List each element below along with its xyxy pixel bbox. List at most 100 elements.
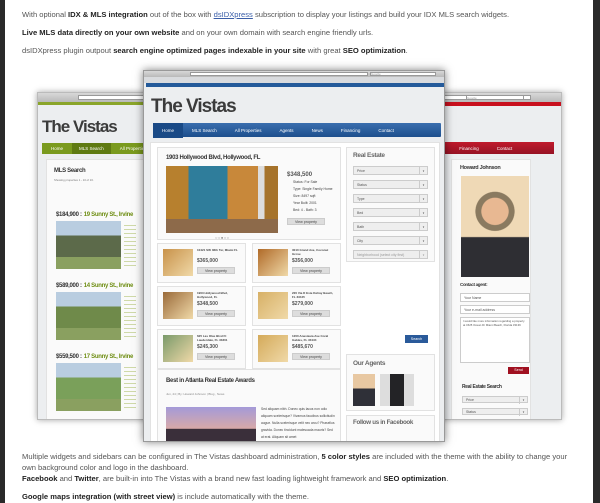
browser-search[interactable]: Google [370,72,436,76]
detail-item: Bed: 4 - Bath: 3 [293,208,317,212]
property-price: $365,000 [197,258,218,264]
post-meta: Jun, 24 | By: Howard Johnson | Blog , Ne… [166,392,225,396]
our-agents-heading: Our Agents [353,360,386,367]
listing-title: $589,000 :14 Sunny St., Irvine [56,283,134,289]
view-property-button[interactable]: View property [292,267,330,274]
browser-toolbar: Google [144,71,444,77]
nav-news[interactable]: News [303,128,332,133]
property-address: 1903 Hollywood Blvd, Hollywood, FL [197,291,228,299]
chevron-down-icon: ▾ [419,209,427,216]
nav-contact[interactable]: Contact [488,146,522,151]
listing-link[interactable]: 17 Sunny St., Irvine [84,354,134,360]
view-property-button[interactable]: View property [197,353,235,360]
agent-photo[interactable] [380,374,414,406]
listing-photo[interactable] [56,363,121,411]
price-select[interactable]: Price ▾ [462,396,528,404]
chevron-down-icon: ▾ [419,167,427,174]
outro-paragraph-3: Google maps integration (with street vie… [22,492,309,501]
listing-details [124,364,136,408]
chevron-down-icon: ▾ [419,237,427,244]
select-status[interactable]: Status ▾ [353,180,428,189]
right-edge [593,0,600,503]
select-price[interactable]: Price ▾ [353,166,428,175]
detail-item: Year Built: 2001 [293,201,317,205]
property-address: 10421 SW 36th Ter, Miami FL [197,248,238,252]
nav-all-properties[interactable]: All Properties [226,128,271,133]
email-input[interactable]: Your e-mail address [460,305,530,314]
left-edge [0,0,5,503]
contact-agent-label: Contact agent: [460,282,488,287]
nav-mls-search[interactable]: MLS Search [72,143,111,154]
agent-photo[interactable] [353,374,375,406]
intro-paragraph-2: Live MLS data directly on your own websi… [22,28,374,37]
intro-paragraph-3: dsIDXpress plugin outpout search engine … [22,46,408,55]
facebook-heading: Follow us in Facebook [353,419,414,426]
view-property-button[interactable]: View property [197,310,235,317]
view-property-button[interactable]: View property [292,353,330,360]
nav-financing[interactable]: Financing [332,128,370,133]
nav-home[interactable]: Home [153,122,184,138]
property-image[interactable] [163,335,193,362]
post-excerpt: Sed aliquam nibh. Donec quis lacus non o… [261,407,335,439]
chevron-down-icon: ▾ [419,251,427,258]
listing-link[interactable]: 14 Sunny St., Irvine [84,283,134,289]
logo: The Vistas [42,117,118,136]
property-image[interactable] [258,292,288,319]
property-image[interactable] [163,292,193,319]
property-price: $245,300 [197,344,218,350]
listing-photo[interactable] [56,292,121,340]
property-image[interactable] [258,335,288,362]
detail-item: Type: Single Family Home [293,187,333,191]
listing-link[interactable]: 19 Sunny St., Irvine [84,212,134,218]
select-neighborhood[interactable]: Neighborhood (select city first) ▾ [353,250,428,259]
listing-title: $559,500 :17 Sunny St., Irvine [56,354,134,360]
main-nav: Home MLS Search All Properties Agents News Fi… [153,122,441,138]
property-image[interactable] [163,249,193,276]
property-address: 1200 Anastasia Ave Coral Gables, FL 3313… [292,334,329,342]
nav-financing[interactable]: Financing [450,146,488,151]
detail-item: Status: For Sale [293,180,318,184]
mls-heading: MLS Search [54,168,86,174]
post-image [166,407,256,441]
nav-contact[interactable]: Contact [369,128,403,133]
nav-agents[interactable]: Agents [271,128,303,133]
select-bath[interactable]: Bath ▾ [353,222,428,231]
name-input[interactable]: Your Name [460,293,530,302]
property-address: 625 Las Olas Blvd Ft Lauderdale, FL 3330… [197,334,228,342]
view-property-button[interactable]: View property [197,267,235,274]
property-price: $348,500 [197,301,218,307]
nav-home[interactable]: Home [42,146,72,151]
property-image[interactable] [258,249,288,276]
dsidxpress-link[interactable]: dsIDXpress [214,10,253,19]
real-estate-search-heading: Real Estate Search [462,384,502,390]
agent-name: Howard Johnson [460,165,501,171]
listing-photo[interactable] [56,221,121,269]
outro-paragraph-1: Multiple widgets and sidebars can be con… [22,452,568,472]
slider-dots[interactable]: ○○●○○ [215,235,230,240]
select-city[interactable]: City ▾ [353,236,428,245]
select-bed[interactable]: Bed ▾ [353,208,428,217]
featured-title: 1903 Hollywood Blvd, Hollywood, FL [166,155,261,161]
featured-image [166,166,278,233]
status-select[interactable]: Status ▾ [462,408,528,416]
send-button[interactable]: Send [508,367,529,374]
logo: The Vistas [151,96,237,117]
search-button[interactable]: Search [405,335,428,343]
post-title: Best in Atlanta Real Estate Awards [166,378,255,384]
chevron-down-icon: ▾ [419,223,427,230]
property-address: 3010 Grand Ave, Coconut Grove [292,248,329,256]
chevron-down-icon: ▾ [419,195,427,202]
view-property-button[interactable]: View property [292,310,330,317]
listing-details [124,293,136,337]
property-address: 220 Via D Este Delray Beach, FL 33445 [292,291,334,299]
property-price: $356,000 [292,258,313,264]
property-price: $279,000 [292,301,313,307]
blue-theme-screenshot: Google The Vistas Home MLS Search All Prop… [143,70,445,442]
outro-paragraph-2: Facebook and Twitter, are built-in into … [22,474,449,483]
featured-price: $348,500 [287,172,313,178]
nav-mls-search[interactable]: MLS Search [183,128,226,133]
select-type[interactable]: Type ▾ [353,194,428,203]
view-property-button[interactable]: View property [287,218,325,225]
message-textarea[interactable]: I would like more information regarding … [460,317,530,363]
listing-title: $184,900 :19 Sunny St., Irvine [56,212,134,218]
